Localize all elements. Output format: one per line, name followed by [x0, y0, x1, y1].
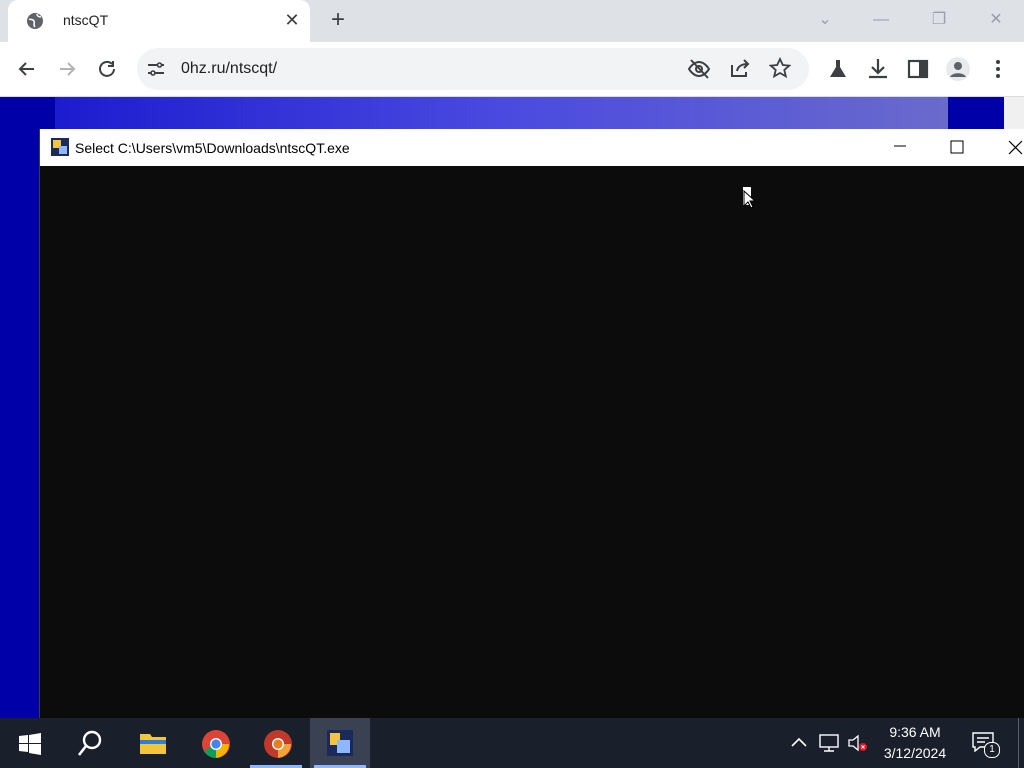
close-icon[interactable]: ✕ — [282, 10, 302, 30]
plus-icon[interactable]: + — [326, 8, 350, 32]
console-titlebar[interactable]: Select C:\Users\vm5\Downloads\ntscQT.exe — [40, 129, 1024, 166]
action-center-icon[interactable]: 1 — [972, 730, 1000, 758]
chrome-icon[interactable] — [186, 718, 246, 768]
search-icon[interactable] — [60, 718, 120, 768]
star-icon[interactable] — [769, 57, 791, 79]
clock-date: 3/12/2024 — [883, 745, 947, 761]
console-app-icon — [51, 138, 69, 156]
taskbar: 9:36 AM 3/12/2024 1 — [0, 718, 1024, 768]
profile-icon[interactable] — [945, 56, 971, 82]
forward-icon[interactable] — [54, 56, 80, 82]
browser-tab[interactable]: ntscQT ✕ — [8, 0, 310, 42]
notification-count-badge: 1 — [984, 742, 1000, 758]
maximize-icon[interactable] — [937, 133, 977, 163]
network-icon[interactable] — [818, 732, 840, 754]
site-settings-icon[interactable] — [147, 61, 165, 77]
tab-search-chevron-icon[interactable]: ⌄ — [810, 8, 840, 32]
reload-icon[interactable] — [94, 56, 120, 82]
close-icon[interactable] — [995, 133, 1024, 163]
globe-icon — [27, 13, 43, 29]
console-title: Select C:\Users\vm5\Downloads\ntscQT.exe — [75, 140, 350, 156]
minimize-icon[interactable] — [880, 133, 920, 163]
eye-off-icon[interactable] — [687, 57, 711, 81]
tab-title: ntscQT — [63, 12, 109, 28]
volume-muted-icon[interactable] — [846, 732, 868, 754]
sidepanel-icon[interactable] — [905, 56, 931, 82]
browser-toolbar: 0hz.ru/ntscqt/ — [0, 42, 1024, 97]
labs-icon[interactable] — [825, 56, 851, 82]
chrome-canary-icon[interactable] — [248, 718, 308, 768]
file-explorer-icon[interactable] — [123, 718, 183, 768]
browser-minimize-icon[interactable]: — — [866, 8, 896, 32]
show-desktop-button[interactable] — [1018, 718, 1019, 768]
share-icon[interactable] — [729, 57, 751, 79]
browser-restore-icon[interactable]: ❐ — [924, 8, 954, 32]
url-text[interactable]: 0hz.ru/ntscqt/ — [181, 60, 277, 78]
download-icon[interactable] — [865, 56, 891, 82]
tab-strip: ntscQT ✕ + ⌄ — ❐ ✕ — [0, 0, 1024, 42]
browser-close-icon[interactable]: ✕ — [981, 8, 1011, 32]
address-bar[interactable]: 0hz.ru/ntscqt/ — [137, 48, 809, 90]
menu-icon[interactable] — [985, 56, 1011, 82]
system-clock[interactable]: 9:36 AM 3/12/2024 — [872, 722, 958, 764]
mouse-pointer-icon — [743, 190, 757, 209]
clock-time: 9:36 AM — [889, 724, 941, 740]
chevron-up-icon[interactable] — [788, 732, 810, 754]
windows-start-icon[interactable] — [0, 718, 60, 768]
console-window[interactable]: Select C:\Users\vm5\Downloads\ntscQT.exe — [39, 129, 1024, 718]
back-icon[interactable] — [14, 56, 40, 82]
ntscqt-icon[interactable] — [310, 718, 370, 768]
